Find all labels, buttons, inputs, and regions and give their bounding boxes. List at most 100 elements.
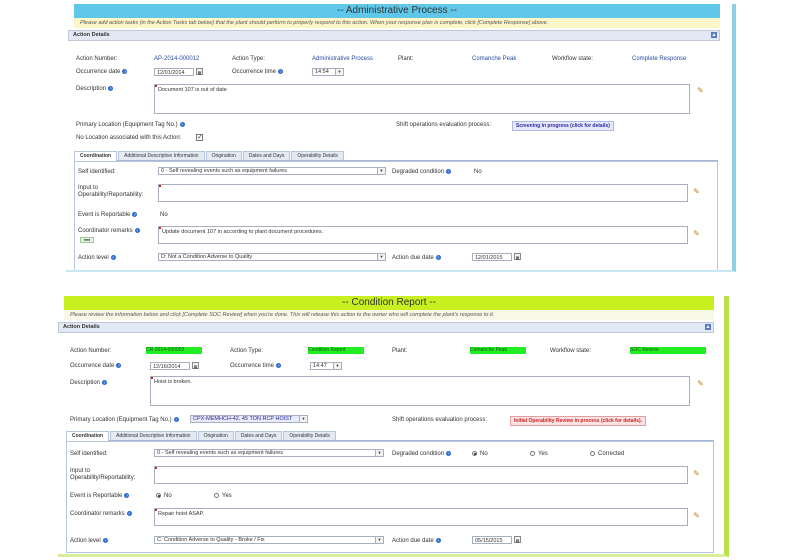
edit-pencil-icon[interactable]: ✎ xyxy=(692,469,701,478)
event-reportable-value: No xyxy=(160,212,168,218)
event-reportable-radio-no[interactable]: No xyxy=(156,493,172,499)
help-icon[interactable]: ? xyxy=(446,169,452,174)
coordinator-remarks-label: Coordinator remarks? xyxy=(70,511,132,518)
tab-dates-and-days[interactable]: Dates and Days xyxy=(242,151,291,160)
action-level-select[interactable]: D: Not a Condition Adverse to Quality ▼ xyxy=(158,253,386,261)
help-icon[interactable]: ? xyxy=(122,69,128,74)
section-title: Action Details xyxy=(73,32,110,38)
degraded-condition-label: Degraded condition? xyxy=(392,451,452,458)
help-icon[interactable]: ? xyxy=(276,363,282,368)
help-icon[interactable]: ? xyxy=(108,86,114,91)
shift-operations-label: Shift operations evaluation process: xyxy=(392,417,488,423)
tab-operability-details[interactable]: Operability Details xyxy=(291,151,344,160)
action-due-date-label: Action due date? xyxy=(392,538,441,545)
condition-report-panel: -- Condition Report -- Please review the… xyxy=(58,296,729,557)
occurrence-date-label: Occurrence date? xyxy=(76,69,128,76)
help-icon[interactable]: ? xyxy=(102,538,108,543)
tab-additional-descriptive-information[interactable]: Additional Descriptive Information xyxy=(110,431,197,440)
tab-bar: Coordination Additional Descriptive Infor… xyxy=(66,431,714,441)
chevron-down-icon: ▼ xyxy=(335,69,343,75)
description-textarea[interactable]: Hoist is broken. xyxy=(150,376,690,406)
help-icon[interactable]: ? xyxy=(435,538,441,543)
tab-origination[interactable]: Origination xyxy=(197,431,234,440)
edit-pencil-icon[interactable]: ✎ xyxy=(696,379,705,388)
tab-operability-details[interactable]: Operability Details xyxy=(283,431,336,440)
edit-pencil-icon[interactable]: ✎ xyxy=(696,86,705,95)
event-reportable-radio-yes[interactable]: Yes xyxy=(214,493,232,499)
help-icon[interactable]: ? xyxy=(102,380,108,385)
tab-coordination[interactable]: Coordination xyxy=(74,151,118,161)
occurrence-time-select[interactable]: 14:54 ▼ xyxy=(312,68,344,76)
degraded-radio-yes[interactable]: Yes xyxy=(530,451,548,457)
tab-additional-descriptive-information[interactable]: Additional Descriptive Information xyxy=(118,151,205,160)
plant-label: Plant: xyxy=(398,56,414,62)
help-icon[interactable]: ? xyxy=(278,69,284,74)
help-icon[interactable]: ? xyxy=(134,228,140,233)
plant-value: Comanche Peak xyxy=(472,56,517,62)
action-level-select[interactable]: C: Condition Adverse to Quality - Broke … xyxy=(154,536,384,544)
calendar-icon[interactable]: ▦ xyxy=(196,68,203,75)
input-operability-textarea[interactable] xyxy=(158,184,688,202)
section-header[interactable]: Action Details ▲ xyxy=(58,322,714,333)
tab-coordination[interactable]: Coordination xyxy=(66,431,110,441)
action-number-label: Action Number: xyxy=(70,348,112,354)
degraded-radio-corrected[interactable]: Corrected xyxy=(590,451,624,457)
radio-selected-icon xyxy=(156,493,161,498)
radio-selected-icon xyxy=(472,451,477,456)
primary-location-select[interactable]: CPX-MEMHCH-42, 45 TON RCP HOIST ▼ xyxy=(190,415,308,423)
primary-location-label: Primary Location (Equipment Tag No.)? xyxy=(70,417,179,424)
occurrence-date-input[interactable]: 12/16/2014 xyxy=(150,362,190,370)
help-icon[interactable]: ? xyxy=(179,122,185,127)
help-icon[interactable]: ? xyxy=(173,417,179,422)
no-location-checkbox[interactable]: ✓ xyxy=(196,134,203,141)
edit-pencil-icon[interactable]: ✎ xyxy=(692,511,701,520)
input-operability-label: Input to Operability/Reportability: xyxy=(70,468,136,481)
edit-pencil-icon[interactable]: ✎ xyxy=(692,187,701,196)
no-location-label: No Location associated with this Action: xyxy=(76,135,182,141)
workflow-state-label: Workflow state: xyxy=(550,348,591,354)
edit-pencil-icon[interactable]: ✎ xyxy=(692,229,701,238)
action-due-date-input[interactable]: 12/01/2015 xyxy=(472,253,512,261)
radio-icon xyxy=(590,451,595,456)
shift-status-button[interactable]: Initial Operability Review in process (c… xyxy=(510,416,647,426)
tab-bar: Coordination Additional Descriptive Infor… xyxy=(74,151,718,161)
help-icon[interactable]: ? xyxy=(116,363,122,368)
calendar-icon[interactable]: ▦ xyxy=(514,536,521,543)
action-due-date-input[interactable]: 05/15/2015 xyxy=(472,536,512,544)
self-identified-select[interactable]: 0 - Self revealing events such as equipm… xyxy=(158,167,386,175)
tab-origination[interactable]: Origination xyxy=(205,151,242,160)
chevron-down-icon: ▼ xyxy=(377,254,385,260)
degraded-condition-value: No xyxy=(474,169,482,175)
action-type-label: Action Type: xyxy=(232,56,265,62)
coordinator-remarks-label: Coordinator remarks? xyxy=(78,228,140,235)
description-textarea[interactable]: Document 107 is out of date xyxy=(154,84,690,114)
collapse-icon[interactable]: ▲ xyxy=(705,324,711,330)
occurrence-date-input[interactable]: 12/01/2014 xyxy=(154,68,194,76)
tab-dates-and-days[interactable]: Dates and Days xyxy=(234,431,283,440)
instruction-banner: Please review the information below and … xyxy=(64,310,714,320)
input-operability-textarea[interactable] xyxy=(154,466,688,484)
occurrence-time-select[interactable]: 14:47 ▼ xyxy=(310,362,342,370)
help-icon[interactable]: ? xyxy=(446,451,452,456)
help-icon[interactable]: ? xyxy=(435,255,441,260)
remarks-action-button[interactable]: ■■■ xyxy=(80,237,94,243)
action-number-label: Action Number: xyxy=(76,56,118,62)
self-identified-select[interactable]: 0 - Self revealing events such as equipm… xyxy=(154,449,384,457)
help-icon[interactable]: ? xyxy=(126,511,132,516)
collapse-icon[interactable]: ▲ xyxy=(711,32,717,38)
coordinator-remarks-textarea[interactable]: Repair hoist ASAP. xyxy=(154,508,688,526)
help-icon[interactable]: ? xyxy=(124,493,130,498)
coordinator-remarks-textarea[interactable]: Update document 107 in according to plan… xyxy=(158,226,688,244)
chevron-down-icon: ▼ xyxy=(333,363,341,369)
section-header[interactable]: Action Details ▲ xyxy=(68,30,720,41)
shift-operations-label: Shift operations evaluation process: xyxy=(396,122,492,128)
workflow-state-value: Complete Response xyxy=(632,56,687,62)
chevron-down-icon: ▼ xyxy=(375,450,383,456)
degraded-radio-no[interactable]: No xyxy=(472,451,488,457)
help-icon[interactable]: ? xyxy=(132,212,138,217)
calendar-icon[interactable]: ▦ xyxy=(514,253,521,260)
help-icon[interactable]: ? xyxy=(110,255,116,260)
chevron-down-icon: ▼ xyxy=(375,537,383,543)
shift-status-button[interactable]: Screening in progress (click for details… xyxy=(512,121,614,131)
calendar-icon[interactable]: ▦ xyxy=(192,362,199,369)
